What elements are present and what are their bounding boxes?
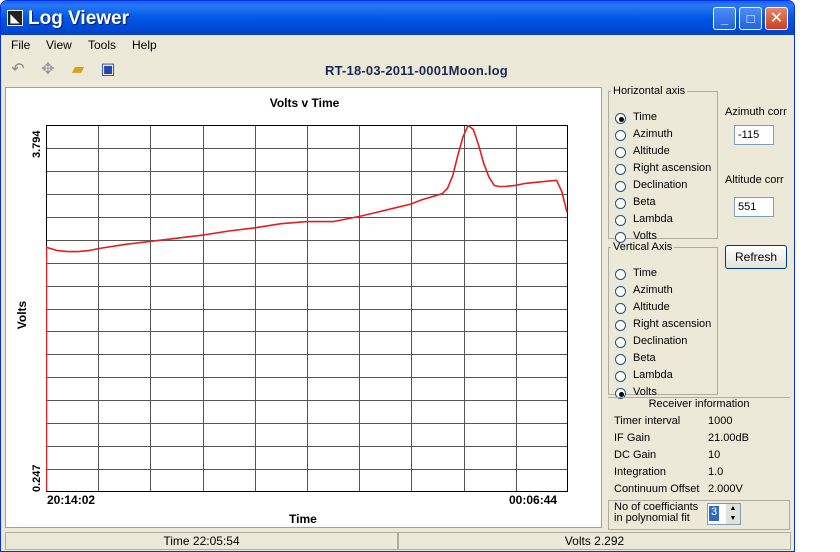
- polyfit-spinner[interactable]: 3 ▲ ▼: [707, 503, 741, 525]
- status-bar: Time 22:05:54 Volts 2.292: [5, 532, 791, 550]
- chart-title: Volts v Time: [269, 96, 340, 110]
- title-bar[interactable]: ◣ Log Viewer _ □ ✕: [1, 1, 794, 35]
- radio-label: Right ascension: [633, 162, 712, 174]
- menu-file[interactable]: File: [11, 38, 30, 52]
- refresh-button[interactable]: Refresh: [725, 245, 787, 269]
- close-button[interactable]: ✕: [765, 7, 788, 30]
- radio-button-icon[interactable]: [615, 286, 626, 297]
- receiver-title: Receiver information: [648, 398, 750, 410]
- status-volts: Volts 2.292: [398, 532, 791, 550]
- horizontal-axis-title: Horizontal axis: [613, 85, 686, 97]
- radio-button-icon[interactable]: [615, 113, 626, 124]
- radio-label: Declination: [633, 335, 688, 347]
- vertical-axis-title: Vertical Axis: [613, 241, 673, 253]
- radio-label: Altitude: [633, 145, 670, 157]
- toolbar: ↶ ✥ ▰ ▣ RT-18-03-2011-0001Moon.log: [5, 57, 791, 85]
- horizontal-axis-group: Horizontal axis Time Azimuth Altitude Right…: [608, 85, 718, 243]
- radio-label: Azimuth: [633, 128, 673, 140]
- radio-label: Right ascension: [633, 318, 712, 330]
- radio-button-icon[interactable]: [615, 354, 626, 365]
- radio-button-icon[interactable]: [615, 215, 626, 226]
- y-axis-label: Volts: [15, 300, 30, 330]
- radio-button-icon[interactable]: [615, 303, 626, 314]
- log-viewer-window: ◣ Log Viewer _ □ ✕ File View Tools Help …: [0, 0, 795, 552]
- window-title: Log Viewer: [28, 8, 130, 29]
- status-time: Time 22:05:54: [5, 532, 398, 550]
- radio-label: Beta: [633, 196, 656, 208]
- menu-tools[interactable]: Tools: [88, 38, 116, 52]
- receiver-value: 2.000V: [708, 483, 743, 495]
- radio-button-icon[interactable]: [615, 320, 626, 331]
- receiver-key: Continuum Offset: [614, 483, 700, 495]
- vertical-axis-group: Vertical Axis Time Azimuth Altitude Right a…: [608, 241, 718, 399]
- radio-button-icon[interactable]: [615, 371, 626, 382]
- menu-help[interactable]: Help: [132, 38, 157, 52]
- maximize-button[interactable]: □: [739, 7, 762, 30]
- radio-label: Altitude: [633, 301, 670, 313]
- radio-button-icon[interactable]: [615, 198, 626, 209]
- receiver-value: 1000: [708, 415, 733, 427]
- radio-label: Declination: [633, 179, 688, 191]
- altitude-corr-input[interactable]: 551: [734, 197, 774, 217]
- azimuth-corr-label: Azimuth corr: [725, 106, 787, 118]
- receiver-information: Receiver information Timer interval 1000…: [608, 397, 790, 497]
- radio-label: Azimuth: [633, 284, 673, 296]
- radio-label: Beta: [633, 352, 656, 364]
- receiver-key: Timer interval: [614, 415, 681, 427]
- log-filename: RT-18-03-2011-0001Moon.log: [325, 63, 508, 78]
- radio-button-icon[interactable]: [615, 181, 626, 192]
- receiver-key: DC Gain: [614, 449, 657, 461]
- polyfit-label-line2: in polynomial fit: [614, 512, 690, 524]
- app-icon: ◣: [7, 10, 23, 26]
- receiver-key: IF Gain: [614, 432, 651, 444]
- radio-label: Lambda: [633, 213, 673, 225]
- chart-plot-area[interactable]: [46, 125, 568, 492]
- receiver-value: 10: [708, 449, 721, 461]
- radio-label: Time: [633, 111, 658, 123]
- receiver-value: 1.0: [708, 466, 724, 478]
- radio-button-icon[interactable]: [615, 147, 626, 158]
- x-tick-end: 00:06:44: [509, 493, 558, 507]
- x-tick-start: 20:14:02: [47, 493, 96, 507]
- radio-button-icon[interactable]: [615, 164, 626, 175]
- radio-label: Lambda: [633, 369, 673, 381]
- move-icon[interactable]: ✥: [37, 59, 59, 81]
- azimuth-corr-input[interactable]: -115: [734, 125, 774, 145]
- polyfit-label: No of coefficiants in polynomial fit: [614, 502, 698, 524]
- y-tick-top: 3.794: [31, 130, 43, 158]
- undo-icon[interactable]: ↶: [7, 59, 29, 81]
- y-tick-bottom: 0.247: [31, 464, 43, 492]
- receiver-value: 21.00dB: [708, 432, 749, 444]
- radio-button-icon[interactable]: [615, 269, 626, 280]
- open-folder-icon[interactable]: ▰: [67, 59, 89, 81]
- radio-label: Time: [633, 267, 658, 279]
- minimize-button[interactable]: _: [713, 7, 736, 30]
- spin-up-icon[interactable]: ▲: [726, 504, 740, 514]
- altitude-corr-label: Altitude corr: [725, 174, 784, 186]
- polyfit-value[interactable]: 3: [709, 506, 719, 521]
- polyfit-group: No of coefficiants in polynomial fit 3 ▲…: [608, 500, 790, 530]
- plot-panel: Volts v Time Volts 3.794 0.247 20:14:02 …: [5, 87, 602, 528]
- save-icon[interactable]: ▣: [97, 59, 119, 81]
- receiver-key: Integration: [614, 466, 666, 478]
- x-axis-label: Time: [289, 512, 317, 526]
- radio-button-icon[interactable]: [615, 130, 626, 141]
- menu-bar: File View Tools Help: [5, 35, 791, 55]
- radio-button-icon[interactable]: [615, 337, 626, 348]
- menu-view[interactable]: View: [46, 38, 72, 52]
- spin-down-icon[interactable]: ▼: [726, 514, 740, 524]
